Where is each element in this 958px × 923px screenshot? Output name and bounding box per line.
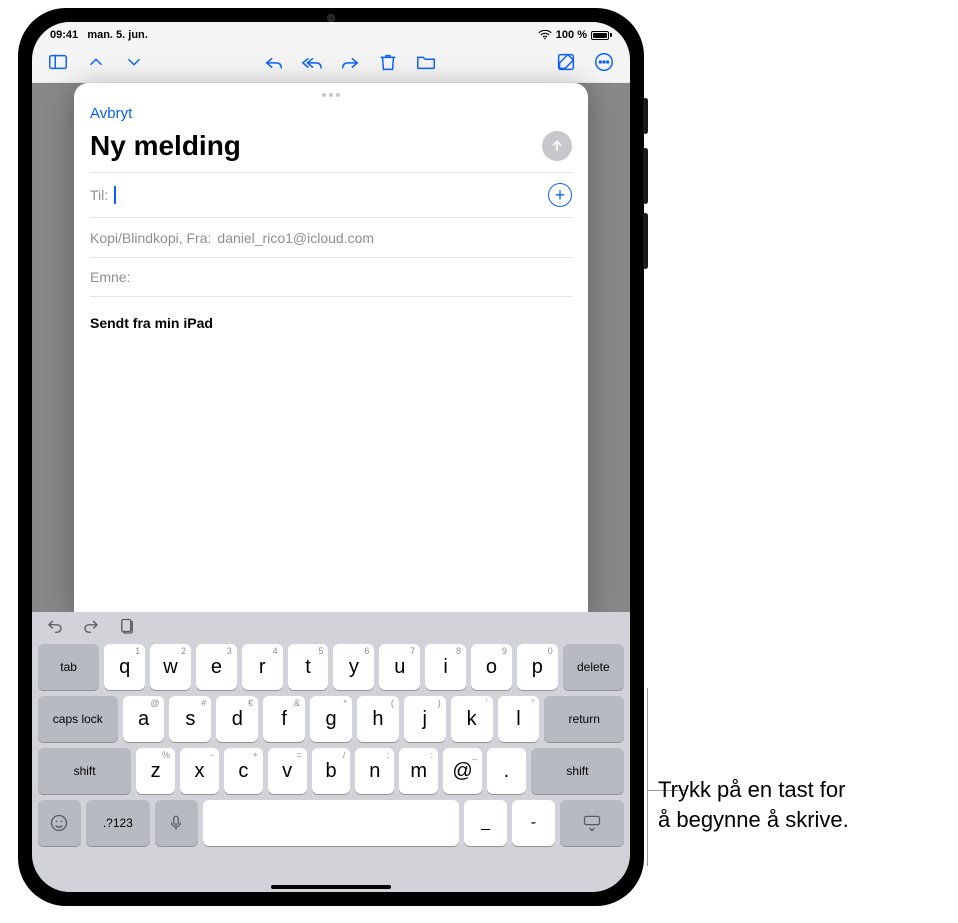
onscreen-keyboard: tab 1q 2w 3e 4r 5t 6y 7u 8i 9o 0p delete (32, 612, 630, 892)
key-dictation[interactable] (155, 800, 198, 846)
message-body[interactable]: Sendt fra min iPad (90, 297, 572, 331)
trash-icon[interactable] (376, 50, 400, 74)
battery-percent: 100 % (556, 29, 587, 41)
key-r[interactable]: 4r (242, 644, 283, 690)
callout-leader-line (647, 688, 648, 866)
signature-text: Sendt fra min iPad (90, 315, 213, 331)
keyboard-row-2: caps lock @a #s €d &f *g (h )j 'k "l ret… (36, 696, 626, 742)
key-d[interactable]: €d (216, 696, 258, 742)
key-shift-left[interactable]: shift (38, 748, 131, 794)
volume-down-button (643, 213, 648, 269)
key-m[interactable]: :m (399, 748, 438, 794)
keyboard-row-4: .?123 _ - (36, 800, 626, 846)
key-capslock[interactable]: caps lock (38, 696, 118, 742)
key-return[interactable]: return (544, 696, 624, 742)
key-at[interactable]: _@ (443, 748, 482, 794)
key-k[interactable]: 'k (451, 696, 493, 742)
key-g[interactable]: *g (310, 696, 352, 742)
compose-icon[interactable] (554, 50, 578, 74)
key-t[interactable]: 5t (288, 644, 329, 690)
compose-title: Ny melding (90, 130, 241, 162)
key-underscore[interactable]: _ (464, 800, 507, 846)
sidebar-icon[interactable] (46, 50, 70, 74)
more-icon[interactable] (592, 50, 616, 74)
text-caret (114, 186, 116, 204)
key-s[interactable]: #s (169, 696, 211, 742)
key-hide-keyboard[interactable] (560, 800, 624, 846)
key-dash[interactable]: - (512, 800, 555, 846)
key-j[interactable]: )j (404, 696, 446, 742)
key-q[interactable]: 1q (104, 644, 145, 690)
key-a[interactable]: @a (123, 696, 165, 742)
key-z[interactable]: %z (136, 748, 175, 794)
status-left: 09:41 man. 5. jun. (50, 29, 148, 41)
redo-icon[interactable] (82, 618, 100, 641)
send-button[interactable] (542, 131, 572, 161)
add-contact-button[interactable]: + (548, 183, 572, 207)
keyboard-row-3: shift %z -x +c =v /b ;n :m _@ . shift (36, 748, 626, 794)
key-tab[interactable]: tab (38, 644, 99, 690)
callout-text: Trykk på en tast for å begynne å skrive. (658, 775, 849, 834)
mail-toolbar (32, 44, 630, 83)
keyboard-row-1: tab 1q 2w 3e 4r 5t 6y 7u 8i 9o 0p delete (36, 644, 626, 690)
key-w[interactable]: 2w (150, 644, 191, 690)
front-camera (327, 14, 335, 22)
screen: 09:41 man. 5. jun. 100 % (32, 22, 630, 892)
status-right: 100 % (538, 29, 612, 41)
key-p[interactable]: 0p (517, 644, 558, 690)
key-space[interactable] (203, 800, 460, 846)
cc-bcc-from-field[interactable]: Kopi/Blindkopi, Fra: daniel_rico1@icloud… (90, 217, 572, 257)
forward-icon[interactable] (338, 50, 362, 74)
to-label: Til: (90, 187, 108, 203)
keyboard-rows: tab 1q 2w 3e 4r 5t 6y 7u 8i 9o 0p delete (36, 644, 626, 886)
status-date: man. 5. jun. (87, 29, 148, 41)
cancel-button[interactable]: Avbryt (90, 101, 572, 128)
cc-label: Kopi/Blindkopi, Fra: (90, 230, 211, 246)
from-address: daniel_rico1@icloud.com (217, 230, 572, 246)
status-time: 09:41 (50, 29, 78, 41)
undo-icon[interactable] (46, 618, 64, 641)
reply-icon[interactable] (262, 50, 286, 74)
key-numbers[interactable]: .?123 (86, 800, 150, 846)
key-i[interactable]: 8i (425, 644, 466, 690)
key-x[interactable]: -x (180, 748, 219, 794)
folder-icon[interactable] (414, 50, 438, 74)
key-o[interactable]: 9o (471, 644, 512, 690)
key-f[interactable]: &f (263, 696, 305, 742)
side-button (643, 98, 648, 134)
reply-all-icon[interactable] (300, 50, 324, 74)
wifi-icon (538, 30, 552, 40)
keyboard-toolbar (36, 616, 626, 644)
key-delete[interactable]: delete (563, 644, 624, 690)
key-n[interactable]: ;n (355, 748, 394, 794)
chevron-down-icon[interactable] (122, 50, 146, 74)
key-period[interactable]: . (487, 748, 526, 794)
subject-label: Emne: (90, 269, 130, 285)
key-b[interactable]: /b (312, 748, 351, 794)
clipboard-icon[interactable] (118, 618, 136, 641)
to-field[interactable]: Til: + (90, 172, 572, 217)
volume-up-button (643, 148, 648, 204)
key-v[interactable]: =v (268, 748, 307, 794)
key-shift-right[interactable]: shift (531, 748, 624, 794)
key-u[interactable]: 7u (379, 644, 420, 690)
ipad-device-frame: 09:41 man. 5. jun. 100 % (18, 8, 644, 906)
home-indicator[interactable] (271, 885, 391, 889)
compose-sheet: Avbryt Ny melding Til: + Kopi/Blindkopi,… (74, 83, 588, 612)
status-bar: 09:41 man. 5. jun. 100 % (32, 22, 630, 44)
sheet-grabber[interactable] (316, 93, 346, 97)
key-h[interactable]: (h (357, 696, 399, 742)
key-l[interactable]: "l (498, 696, 540, 742)
battery-icon (591, 31, 612, 40)
key-emoji[interactable] (38, 800, 81, 846)
key-y[interactable]: 6y (333, 644, 374, 690)
subject-field[interactable]: Emne: (90, 257, 572, 297)
chevron-up-icon[interactable] (84, 50, 108, 74)
key-e[interactable]: 3e (196, 644, 237, 690)
key-c[interactable]: +c (224, 748, 263, 794)
dimmed-backdrop: Avbryt Ny melding Til: + Kopi/Blindkopi,… (32, 83, 630, 892)
